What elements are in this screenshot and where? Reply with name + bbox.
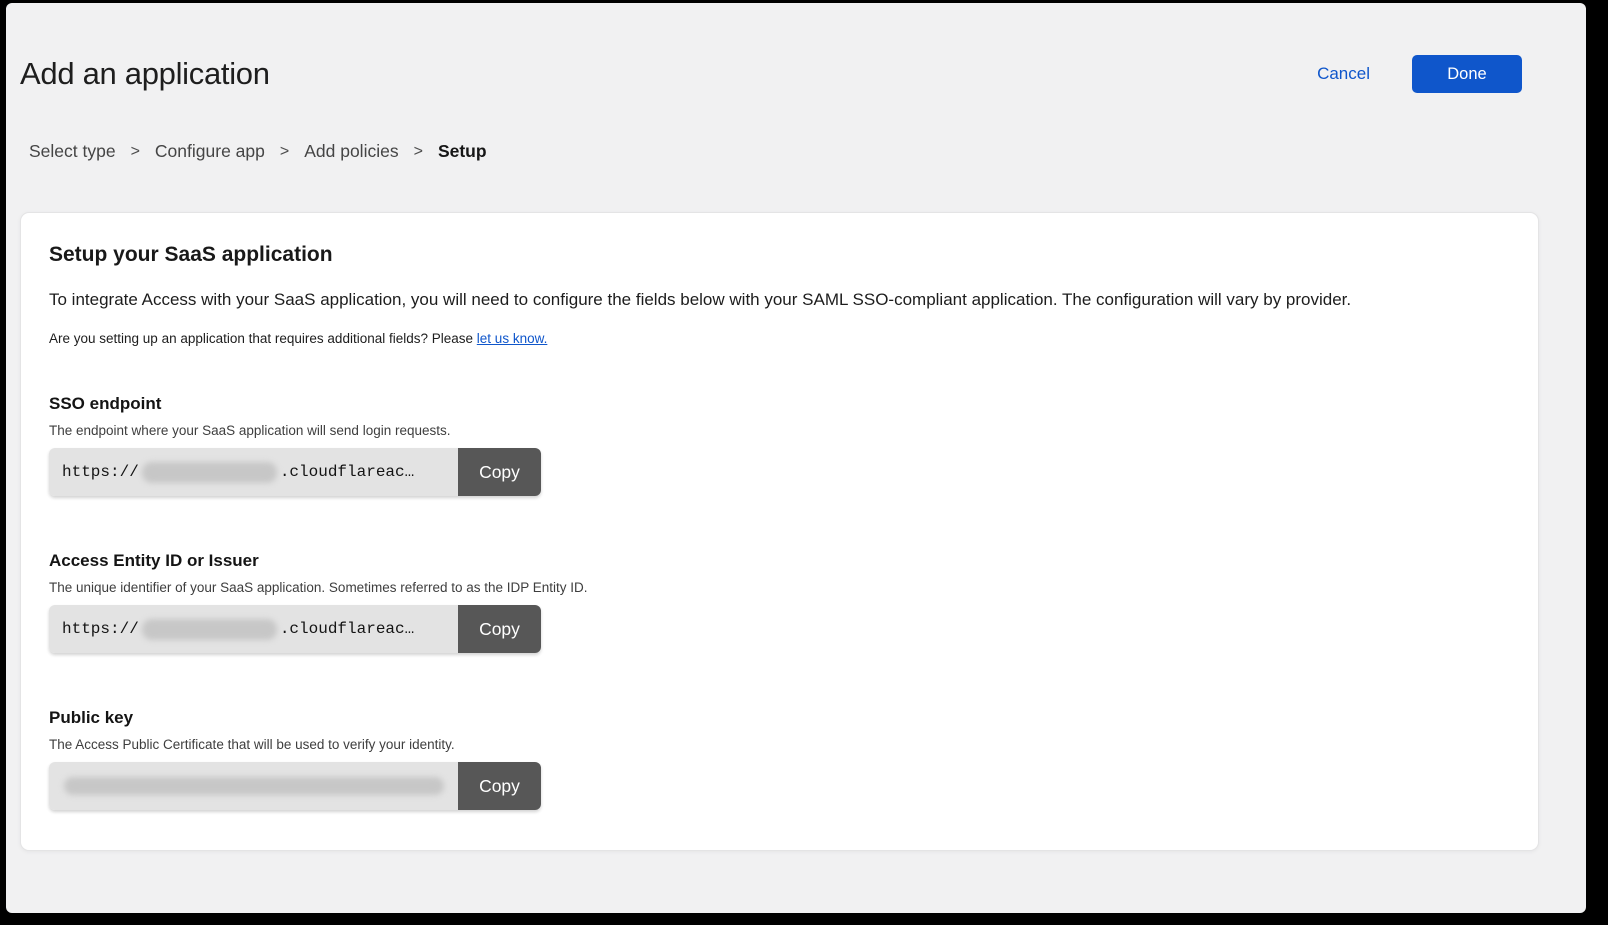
field-public-key: Public key The Access Public Certificate… bbox=[49, 708, 1510, 810]
page-title: Add an application bbox=[20, 56, 270, 92]
let-us-know-link[interactable]: let us know. bbox=[477, 331, 548, 346]
cancel-button[interactable]: Cancel bbox=[1317, 64, 1370, 84]
breadcrumb: Select type > Configure app > Add polici… bbox=[29, 141, 1586, 162]
breadcrumb-item-select-type[interactable]: Select type bbox=[29, 141, 116, 162]
header-actions: Cancel Done bbox=[1317, 55, 1522, 93]
screenshot-frame: Add an application Cancel Done Select ty… bbox=[0, 0, 1608, 925]
app-screen: Add an application Cancel Done Select ty… bbox=[6, 3, 1586, 913]
entity-id-value: https:// .cloudflareac… bbox=[49, 605, 458, 653]
note-text-body: Are you setting up an application that r… bbox=[49, 331, 473, 346]
redacted-blur bbox=[142, 619, 277, 640]
field-label: Access Entity ID or Issuer bbox=[49, 551, 1510, 571]
sso-endpoint-value: https:// .cloudflareac… bbox=[49, 448, 458, 496]
field-description: The unique identifier of your SaaS appli… bbox=[49, 580, 1510, 595]
card-title: Setup your SaaS application bbox=[49, 243, 1510, 267]
breadcrumb-separator: > bbox=[280, 143, 289, 161]
breadcrumb-separator: > bbox=[414, 143, 423, 161]
field-label: SSO endpoint bbox=[49, 394, 1510, 414]
field-label: Public key bbox=[49, 708, 1510, 728]
copy-entity-id-button[interactable]: Copy bbox=[458, 605, 541, 653]
breadcrumb-item-setup-current: Setup bbox=[438, 141, 487, 162]
field-description: The endpoint where your SaaS application… bbox=[49, 423, 1510, 438]
redacted-blur bbox=[142, 462, 277, 483]
breadcrumb-item-configure-app[interactable]: Configure app bbox=[155, 141, 265, 162]
value-suffix: .cloudflareac… bbox=[280, 463, 414, 481]
public-key-value bbox=[49, 762, 458, 810]
intro-text: To integrate Access with your SaaS appli… bbox=[49, 290, 1510, 310]
field-access-entity-id: Access Entity ID or Issuer The unique id… bbox=[49, 551, 1510, 653]
breadcrumb-item-add-policies[interactable]: Add policies bbox=[304, 141, 398, 162]
breadcrumb-separator: > bbox=[131, 143, 140, 161]
value-prefix: https:// bbox=[62, 463, 139, 481]
field-description: The Access Public Certificate that will … bbox=[49, 737, 1510, 752]
setup-card: Setup your SaaS application To integrate… bbox=[20, 212, 1539, 851]
top-bar: Add an application Cancel Done bbox=[6, 3, 1586, 93]
note-text: Are you setting up an application that r… bbox=[49, 331, 1510, 346]
done-button[interactable]: Done bbox=[1412, 55, 1522, 93]
public-key-value-row: Copy bbox=[49, 762, 541, 810]
copy-public-key-button[interactable]: Copy bbox=[458, 762, 541, 810]
sso-endpoint-value-row: https:// .cloudflareac… Copy bbox=[49, 448, 541, 496]
field-sso-endpoint: SSO endpoint The endpoint where your Saa… bbox=[49, 394, 1510, 496]
value-suffix: .cloudflareac… bbox=[280, 620, 414, 638]
value-prefix: https:// bbox=[62, 620, 139, 638]
copy-sso-endpoint-button[interactable]: Copy bbox=[458, 448, 541, 496]
entity-id-value-row: https:// .cloudflareac… Copy bbox=[49, 605, 541, 653]
redacted-blur bbox=[64, 777, 444, 795]
